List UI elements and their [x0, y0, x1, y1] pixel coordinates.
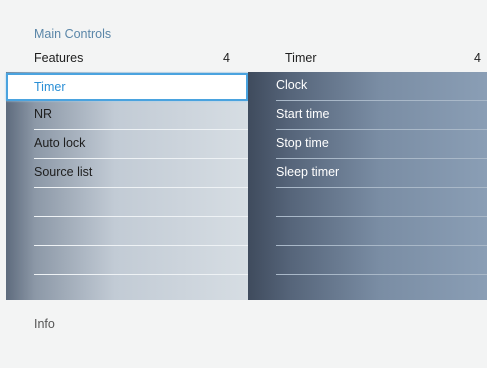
breadcrumb: Main Controls — [34, 27, 112, 41]
list-item-nr[interactable]: NR — [34, 101, 248, 130]
submenu-item-stop-time[interactable]: Stop time — [276, 130, 487, 159]
submenu-item-empty — [276, 217, 487, 246]
submenu-item-start-time[interactable]: Start time — [276, 101, 487, 130]
submenu-item-label: Stop time — [276, 136, 329, 150]
list-item-empty — [34, 188, 248, 217]
list-item-auto-lock[interactable]: Auto lock — [34, 130, 248, 159]
features-list: NR Auto lock Source list — [6, 72, 248, 300]
submenu-item-empty — [276, 246, 487, 275]
left-panel-count: 4 — [223, 51, 230, 65]
right-panel-title: Timer — [285, 51, 317, 65]
list-item-empty — [34, 275, 248, 304]
list-item-empty — [34, 246, 248, 275]
submenu-item-clock[interactable]: Clock — [276, 72, 487, 101]
list-item-label: NR — [34, 107, 53, 121]
submenu-item-sleep-timer[interactable]: Sleep timer — [276, 159, 487, 188]
right-panel-header: Timer 4 — [285, 51, 481, 69]
submenu-item-empty — [276, 188, 487, 217]
list-item-empty — [34, 217, 248, 246]
timer-submenu: Clock Start time Stop time Sleep timer — [248, 72, 487, 300]
list-item-label: Source list — [34, 165, 93, 179]
left-panel-title: Features — [34, 51, 84, 65]
list-item-timer-selected[interactable]: Timer — [6, 73, 248, 101]
right-panel-count: 4 — [474, 51, 481, 65]
submenu-item-empty — [276, 275, 487, 304]
left-panel-header: Features 4 — [34, 51, 230, 69]
list-item-label: Auto lock — [34, 136, 86, 150]
submenu-item-label: Sleep timer — [276, 165, 340, 179]
submenu-item-label: Start time — [276, 107, 330, 121]
submenu-item-label: Clock — [276, 78, 308, 92]
info-label: Info — [34, 317, 55, 331]
list-item-source-list[interactable]: Source list — [34, 159, 248, 188]
selected-item-label: Timer — [34, 80, 66, 94]
